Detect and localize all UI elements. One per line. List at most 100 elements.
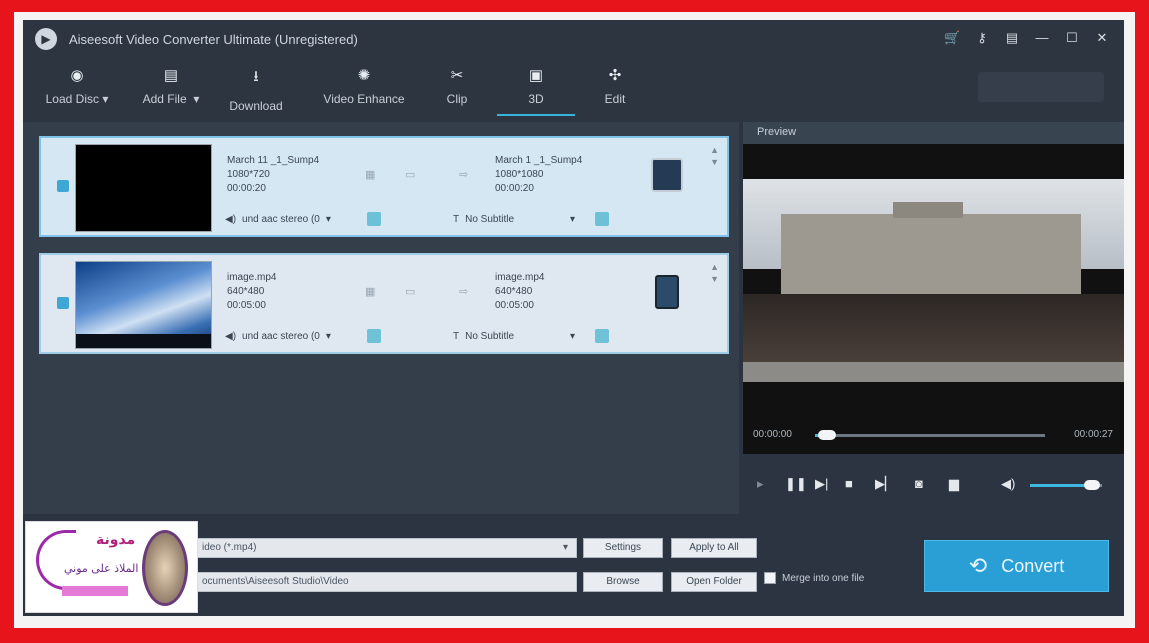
source-resolution: 1080*720 [227,169,270,180]
watermark-line2: الملاذ على موني [64,562,139,575]
volume-handle[interactable] [1083,480,1100,490]
destination-field[interactable]: ocuments\Aiseesoft Studio\Video [193,572,577,592]
chevron-down-icon: ▾ [570,330,576,342]
close-icon[interactable]: ✕ [1094,30,1110,46]
skip-end-icon[interactable]: ▶▏ [875,476,895,492]
edit-label: Edit [604,92,626,106]
edit-button[interactable]: ✣ Edit [597,66,633,106]
audio-add-button[interactable] [367,329,381,343]
watermark-line1: مدونة [96,532,136,548]
source-info: image.mp4 640*480 00:05:00 [227,271,276,313]
folder-icon[interactable]: ▆ [949,476,959,492]
watermark-bar [62,586,128,596]
target-duration: 00:05:00 [495,300,534,311]
subtitle-add-button[interactable] [595,329,609,343]
subtitle-value: No Subtitle [465,330,515,342]
load-disc-label: Load Disc [45,92,99,106]
merge-checkbox-box[interactable] [764,572,776,584]
next-frame-icon[interactable]: ▶| [815,476,828,492]
subtitle-select[interactable]: T No Subtitle ▾ [453,210,575,228]
audio-add-button[interactable] [367,212,381,226]
target-resolution: 1080*1080 [495,169,544,180]
pause-icon[interactable]: ❚❚ [785,476,807,492]
item-checkbox[interactable] [57,297,69,309]
volume-icon[interactable]: ◀) [1001,476,1015,492]
profile-value: ideo (*.mp4) [202,542,257,553]
edit-icon: ✣ [608,67,622,84]
source-info: March 11 _1_Sump4 1080*720 00:00:20 [227,154,319,196]
video-enhance-button[interactable]: ✺ Video Enhance [317,66,411,106]
subtitle-add-button[interactable] [595,212,609,226]
seek-bar[interactable] [815,430,1045,440]
video-file-icon[interactable] [651,158,683,192]
minimize-icon[interactable]: — [1034,30,1050,46]
item-thumbnail [75,261,212,349]
scissors-icon: ✂ [450,67,464,84]
video-frame-pediment [893,202,963,218]
time-total: 00:00:27 [1074,429,1113,440]
preview-header: Preview [743,122,1124,144]
tablet-icon[interactable] [655,275,679,309]
chevron-down-icon: ▾ [570,213,576,225]
load-disc-button[interactable]: ◉ Load Disc ▾ [37,66,117,106]
download-button[interactable]: ⭳ Download [223,66,289,113]
watermark-photo [142,530,188,606]
chevron-down-icon: ▾ [562,542,568,553]
convert-icon: ⟲ [968,553,988,578]
target-info: March 1 _1_Sump4 1080*1080 00:00:20 [495,154,582,196]
playback-progress: 00:00:00 00:00:27 [753,429,1113,443]
volume-slider[interactable] [1030,480,1102,490]
open-folder-button[interactable]: Open Folder [671,572,757,592]
video-enhance-label: Video Enhance [323,92,405,106]
video-frame-crowd [743,294,1124,362]
cart-icon[interactable]: 🛒 [944,30,960,46]
chevron-down-icon: ▾ [325,330,331,342]
key-icon[interactable]: ⚷ [974,30,990,46]
audio-track-select[interactable]: ◀) und aac stereo (0 ▾ [225,327,331,345]
list-item[interactable]: image.mp4 640*480 00:05:00 ▦ ▭ ⇨ image.m… [39,253,729,354]
3d-button[interactable]: ▣ 3D [497,66,575,116]
video-preview: 00:00:00 00:00:27 [743,144,1124,454]
apply-to-all-button[interactable]: Apply to All [671,538,757,558]
profile-select[interactable]: ideo (*.mp4) ▾ [193,538,577,558]
trim-icon[interactable]: ▭ [405,285,415,298]
clip-label: Clip [446,92,468,106]
app-logo-icon: ▶ [35,28,57,50]
video-frame-building [781,214,1081,294]
toolbar-disabled-group [978,72,1104,102]
target-name: image.mp4 [495,272,545,283]
source-name: image.mp4 [227,272,277,283]
merge-checkbox[interactable]: Merge into one file [764,572,864,584]
audio-track-select[interactable]: ◀) und aac stereo (0 ▾ [225,210,331,228]
move-arrows-icon[interactable]: ▲ ▼ [710,261,719,285]
convert-button[interactable]: ⟲ Convert [924,540,1109,592]
move-arrows-icon[interactable]: ▲ ▼ [710,144,719,168]
settings-button[interactable]: Settings [583,538,663,558]
download-label: Download [229,99,283,113]
subtitle-select[interactable]: T No Subtitle ▾ [453,327,575,345]
add-file-button[interactable]: ▤ Add File ▾ [133,66,209,106]
clip-button[interactable]: ✂ Clip [439,66,475,106]
effect-icon[interactable]: ▦ [365,168,375,181]
convert-label: Convert [1001,555,1065,576]
play-icon[interactable]: ▸ [757,476,764,492]
seek-handle[interactable] [817,430,836,440]
3d-label: 3D [528,92,544,106]
maximize-icon[interactable]: ☐ [1064,30,1080,46]
convert-arrow-icon: ⇨ [459,286,469,298]
snapshot-icon[interactable]: ◙ [915,476,923,491]
effect-icon[interactable]: ▦ [365,285,375,298]
stop-icon[interactable]: ■ [845,476,853,491]
subtitle-value: No Subtitle [465,213,515,225]
chevron-down-icon: ▾ [325,213,331,225]
browse-button[interactable]: Browse [583,572,663,592]
list-item[interactable]: March 11 _1_Sump4 1080*720 00:00:20 ▦ ▭ … [39,136,729,237]
app-title: Aiseesoft Video Converter Ultimate (Unre… [69,32,358,47]
feedback-icon[interactable]: ▤ [1004,30,1020,46]
source-duration: 00:00:20 [227,183,266,194]
target-name: March 1 _1_Sump4 [495,155,583,166]
item-checkbox[interactable] [57,180,69,192]
trim-icon[interactable]: ▭ [405,168,415,181]
time-current: 00:00:00 [753,429,792,440]
target-resolution: 640*480 [495,286,533,297]
